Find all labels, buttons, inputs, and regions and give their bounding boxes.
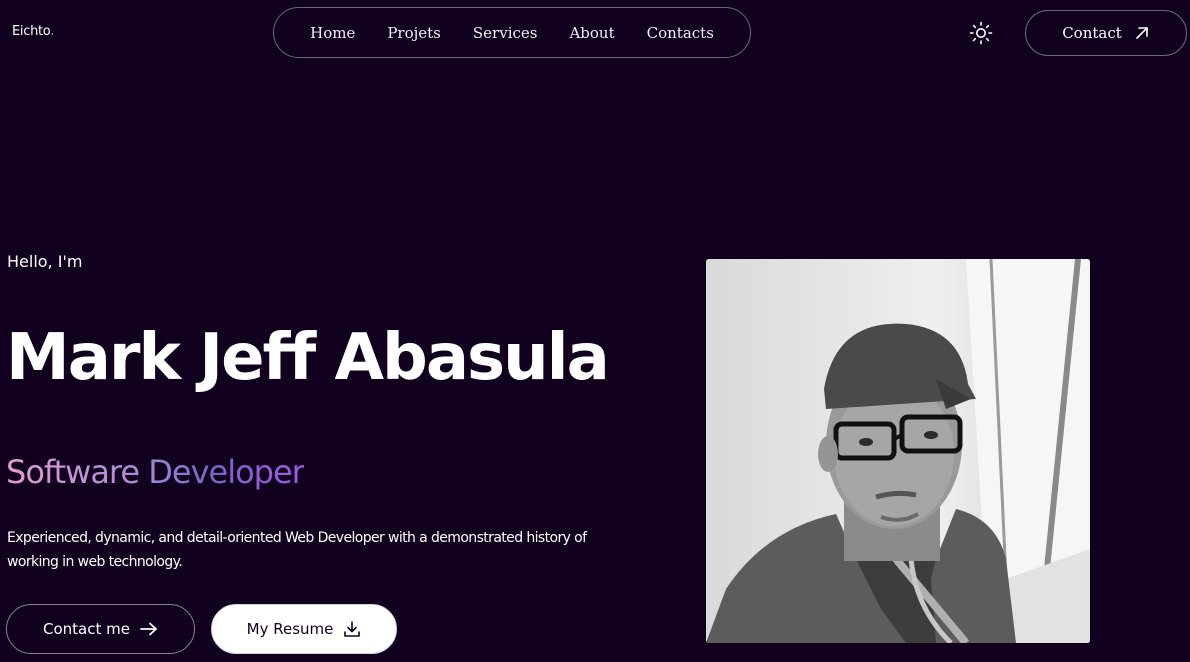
header-contact-button[interactable]: Contact [1025,10,1187,56]
logo-text: Eichto [12,24,51,39]
arrow-right-icon [140,622,157,636]
hero-greeting: Hello, I'm [7,252,83,271]
resume-button[interactable]: My Resume [211,604,397,654]
sun-icon [969,21,993,45]
logo-dot: . [50,24,55,39]
contact-me-label: Contact me [43,620,130,638]
contact-me-button[interactable]: Contact me [6,604,195,654]
hero-role: Software Developer [6,453,305,491]
nav-item-projets[interactable]: Projets [387,24,441,42]
nav-item-home[interactable]: Home [310,24,355,42]
hero-name: Mark Jeff Abasula [6,321,610,395]
main-nav: Home Projets Services About Contacts [273,7,751,58]
header-contact-label: Contact [1062,24,1122,42]
nav-item-services[interactable]: Services [473,24,538,42]
resume-label: My Resume [246,620,334,638]
nav-item-about[interactable]: About [569,24,614,42]
nav-item-contacts[interactable]: Contacts [647,24,714,42]
profile-portrait-illustration [706,259,1090,643]
download-icon [344,621,361,637]
hero-bio: Experienced, dynamic, and detail-oriente… [7,530,587,570]
profile-photo [706,259,1090,643]
arrow-up-right-icon [1135,27,1148,39]
theme-toggle-button[interactable] [967,19,995,47]
brand-logo[interactable]: Eichto. [12,24,54,39]
